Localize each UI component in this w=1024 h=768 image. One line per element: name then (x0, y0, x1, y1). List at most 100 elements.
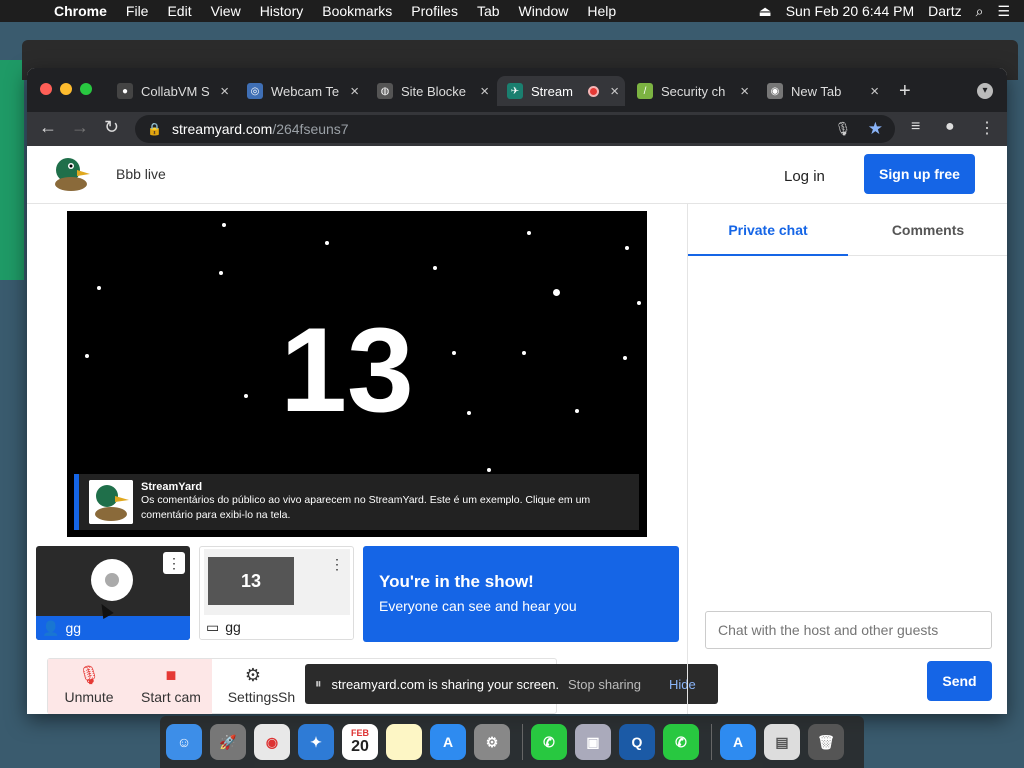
quicktime-icon[interactable]: Q (619, 724, 655, 760)
tab-title: New Tab (791, 83, 842, 99)
zoom-window-icon[interactable] (80, 83, 92, 95)
tab-comments[interactable]: Comments (848, 204, 1007, 256)
globe-icon: ◍ (377, 83, 393, 99)
chrome-menu-icon[interactable]: ⋮ (979, 118, 995, 138)
minimize-window-icon[interactable] (60, 83, 72, 95)
microphone-icon[interactable]: 🎙 (834, 121, 851, 137)
menu-history[interactable]: History (260, 3, 304, 19)
menu-file[interactable]: File (126, 3, 149, 19)
participant-name: gg (65, 620, 82, 636)
eject-icon[interactable]: ⏏ (758, 3, 771, 20)
monitor-icon: ▭ (206, 618, 220, 635)
menu-bar: Chrome File Edit View History Bookmarks … (0, 0, 1024, 22)
stop-sharing-button[interactable]: Stop sharing (568, 677, 641, 692)
lock-icon[interactable]: 🔒 (147, 122, 162, 136)
close-tab-icon[interactable]: × (220, 83, 229, 100)
send-button[interactable]: Send (927, 661, 992, 701)
user-icon (105, 573, 119, 587)
chat-sidebar: Private chat Comments Send (687, 204, 1007, 714)
preview-icon[interactable]: ▣ (575, 724, 611, 760)
close-tab-icon[interactable]: × (610, 83, 619, 100)
document-icon[interactable]: ▤ (764, 724, 800, 760)
tab-title: CollabVM S (141, 83, 210, 99)
bookmark-star-icon[interactable]: ★ (868, 119, 883, 139)
tile-menu-icon[interactable]: ⋮ (163, 552, 185, 574)
profile-icon[interactable]: ● (945, 118, 955, 136)
snow-dot (222, 223, 226, 227)
finder-icon[interactable]: ☺ (166, 724, 202, 760)
start-cam-button[interactable]: ■ Start cam (130, 659, 212, 714)
tab-new-tab[interactable]: ◉ New Tab × (757, 76, 885, 106)
calendar-icon[interactable]: FEB 20 (342, 724, 378, 760)
webcam-favicon-icon: ◎ (247, 83, 263, 99)
tab-collabvm[interactable]: ● CollabVM S × (107, 76, 235, 106)
reading-list-icon[interactable]: ≡ (911, 118, 920, 136)
in-show-subtitle: Everyone can see and hear you (379, 598, 577, 614)
user-name[interactable]: Dartz (928, 3, 961, 19)
new-tab-button[interactable]: + (899, 80, 911, 103)
tile-menu-icon[interactable]: ⋮ (326, 553, 348, 575)
whatsapp-icon[interactable]: ✆ (531, 724, 567, 760)
menu-tab[interactable]: Tab (477, 3, 500, 19)
comment-banner[interactable]: StreamYard Os comentários do público ao … (74, 474, 639, 530)
snow-dot (433, 266, 437, 270)
tab-webcam[interactable]: ◎ Webcam Te × (237, 76, 365, 106)
snow-dot (97, 286, 101, 290)
menu-view[interactable]: View (211, 3, 241, 19)
reload-icon[interactable]: ↻ (104, 117, 119, 138)
menu-edit[interactable]: Edit (167, 3, 191, 19)
stream-preview[interactable]: 13 StreamYard Os comentários do público … (67, 211, 647, 537)
screen-share-tile[interactable]: 13 ⋮ ▭ gg (199, 546, 354, 640)
banner-text: Os comentários do público ao vivo aparec… (141, 494, 591, 521)
close-tab-icon[interactable]: × (740, 83, 749, 100)
address-bar[interactable]: 🔒 streamyard.com/264fseuns7 🎙 ★ (135, 115, 895, 143)
forward-icon[interactable]: → (71, 117, 89, 138)
tab-site-blocker[interactable]: ◍ Site Blocke × (367, 76, 495, 106)
duck-logo-icon[interactable] (51, 156, 91, 192)
clock[interactable]: Sun Feb 20 6:44 PM (786, 3, 914, 19)
menu-app[interactable]: Chrome (54, 3, 107, 19)
system-preferences-icon[interactable]: ⚙ (474, 724, 510, 760)
unmute-label: Unmute (64, 689, 114, 705)
mic-off-icon: 🎙 (77, 665, 101, 685)
snow-dot (527, 231, 531, 235)
spotlight-icon[interactable]: ⌕ (976, 3, 984, 20)
avatar (91, 559, 133, 601)
chrome-dock-icon[interactable]: ◉ (254, 724, 290, 760)
camera-tile[interactable]: ⋮ 👤 gg (36, 546, 190, 640)
unmute-button[interactable]: 🎙 Unmute (48, 659, 130, 714)
close-window-icon[interactable] (40, 83, 52, 95)
back-icon[interactable]: ← (39, 117, 57, 138)
background-window (0, 60, 24, 280)
notes-icon[interactable] (386, 724, 422, 760)
tab-private-chat[interactable]: Private chat (688, 204, 848, 256)
launchpad-icon[interactable]: 🚀 (210, 724, 246, 760)
page-header: Bbb live Log in Sign up free (27, 146, 1007, 204)
tab-security-check[interactable]: / Security ch × (627, 76, 755, 106)
whatsapp-icon-2[interactable]: ✆ (663, 724, 699, 760)
close-tab-icon[interactable]: × (350, 83, 359, 100)
login-link[interactable]: Log in (784, 168, 825, 185)
snow-dot (637, 301, 641, 305)
menu-bookmarks[interactable]: Bookmarks (322, 3, 392, 19)
signup-button[interactable]: Sign up free (864, 154, 975, 194)
streamyard-favicon-icon: ✈ (507, 83, 523, 99)
tab-search-icon[interactable]: ▾ (977, 83, 993, 99)
dock: ☺ 🚀 ◉ ✦ FEB 20 A ⚙ ✆ ▣ Q ✆ A ▤ 🗑 (160, 716, 864, 768)
close-tab-icon[interactable]: × (480, 83, 489, 100)
menu-window[interactable]: Window (519, 3, 569, 19)
settings-label: Settings (227, 689, 279, 705)
app-store-download-icon[interactable]: A (720, 724, 756, 760)
close-tab-icon[interactable]: × (870, 83, 879, 100)
share-message: streamyard.com is sharing your screen. (331, 676, 560, 692)
safari-icon[interactable]: ✦ (298, 724, 334, 760)
tab-streamyard[interactable]: ✈ Stream × (497, 76, 625, 106)
chat-input[interactable] (705, 611, 992, 649)
recording-icon (588, 85, 599, 97)
app-store-icon[interactable]: A (430, 724, 466, 760)
trash-icon[interactable]: 🗑 (808, 724, 844, 760)
menu-help[interactable]: Help (587, 3, 616, 19)
menu-profiles[interactable]: Profiles (411, 3, 458, 19)
control-center-icon[interactable]: ☰ (997, 3, 1010, 20)
share-button[interactable]: Sh (278, 659, 308, 714)
